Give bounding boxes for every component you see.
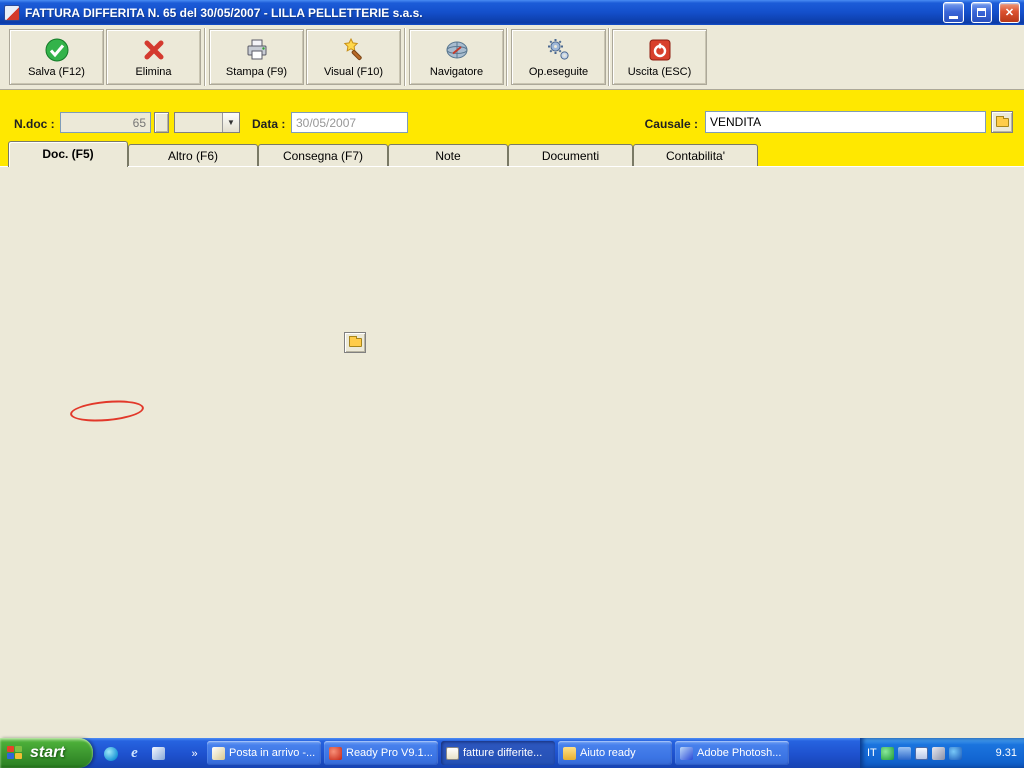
delete-x-icon [144,40,163,59]
pagamento-folder-button[interactable] [344,332,366,353]
chevron-down-icon: ▼ [222,113,239,132]
tray-icon-3[interactable] [914,746,928,760]
mail-icon [212,746,225,760]
save-button-label: Salva (F12) [28,65,85,78]
app-icon [4,4,20,21]
data-input[interactable]: 30/05/2007 [291,112,408,133]
visual-button-label: Visual (F10) [323,65,384,78]
start-button[interactable]: start [0,738,93,768]
gears-icon [547,38,569,60]
tray-icon-5[interactable] [948,746,962,760]
windows-flag-icon [7,745,24,761]
toolbar-separator [204,28,206,86]
save-check-icon [45,38,68,61]
save-button[interactable]: Salva (F12) [9,29,104,85]
quick-launch-icon-1[interactable] [102,745,119,762]
folder-icon [563,746,576,760]
close-button[interactable]: ✕ [999,2,1020,23]
ndoc-suffix-combo[interactable]: ▼ [174,112,240,133]
exit-button[interactable]: Uscita (ESC) [612,29,707,85]
navigator-button[interactable]: Navigatore [409,29,504,85]
ndoc-input[interactable]: 65 [60,112,151,133]
delete-button[interactable]: Elimina [106,29,201,85]
title-bar: FATTURA DIFFERITA N. 65 del 30/05/2007 -… [0,0,1024,25]
clock: 9.31 [995,747,1017,759]
tray-icon-1[interactable] [880,746,894,760]
print-button-label: Stampa (F9) [225,65,288,78]
toolbar: Salva (F12) Elimina Stampa (F9) Visual (… [0,25,1024,90]
ndoc-ellipsis-button[interactable] [154,112,169,133]
photoshop-icon [680,746,693,760]
language-indicator[interactable]: IT [867,747,877,759]
taskbar-task-photoshop[interactable]: Adobe Photosh... [675,741,789,765]
folder-icon [348,336,362,347]
taskbar-task-readypro[interactable]: Ready Pro V9.1... [324,741,438,765]
tray-icon-2[interactable] [897,746,911,760]
toolbar-separator [506,28,508,86]
toolbar-separator [404,28,406,86]
folder-icon [995,115,1009,127]
document-icon [446,746,459,760]
delete-button-label: Elimina [135,65,172,78]
quick-launch-icon-3[interactable] [150,745,167,762]
ndoc-label: N.doc : [14,117,55,131]
data-label: Data : [252,117,286,131]
window-title: FATTURA DIFFERITA N. 65 del 30/05/2007 -… [25,5,423,20]
maximize-button[interactable] [971,2,992,23]
tab-contabilita[interactable]: Contabilita' [633,144,758,167]
tab-note[interactable]: Note [388,144,508,167]
exit-power-icon [649,39,670,60]
maximize-icon [977,8,986,17]
tray-icon-4[interactable] [931,746,945,760]
magic-wand-icon [343,37,362,60]
navigator-globe-icon [446,41,467,58]
visual-button[interactable]: Visual (F10) [306,29,401,85]
exit-button-label: Uscita (ESC) [627,65,692,78]
tab-documenti[interactable]: Documenti [508,144,633,167]
minimize-button[interactable] [943,2,964,23]
tab-doc[interactable]: Doc. (F5) [8,141,128,167]
causale-folder-button[interactable] [991,111,1013,133]
minimize-icon [949,15,958,19]
tab-page-doc [0,166,1024,738]
tab-consegna[interactable]: Consegna (F7) [258,144,388,167]
op-eseguite-button-label: Op.eseguite [528,65,589,78]
op-eseguite-button[interactable]: Op.eseguite [511,29,606,85]
print-button[interactable]: Stampa (F9) [209,29,304,85]
system-tray: IT 9.31 [860,738,1024,768]
causale-input[interactable]: VENDITA [705,111,986,133]
internet-explorer-icon[interactable]: e [126,745,143,762]
application-window: FATTURA DIFFERITA N. 65 del 30/05/2007 -… [0,0,1024,768]
causale-label: Causale : [644,117,698,131]
taskbar-task-aiuto[interactable]: Aiuto ready [558,741,672,765]
tab-altro[interactable]: Altro (F6) [128,144,258,167]
toolbar-separator [608,28,610,86]
taskbar-task-posta[interactable]: Posta in arrivo -... [207,741,321,765]
navigator-button-label: Navigatore [429,65,484,78]
taskbar-task-fatture[interactable]: fatture differite... [441,741,555,765]
quick-launch-overflow-chevron[interactable]: » [186,745,203,762]
readypro-icon [329,746,342,760]
printer-icon [247,39,266,59]
